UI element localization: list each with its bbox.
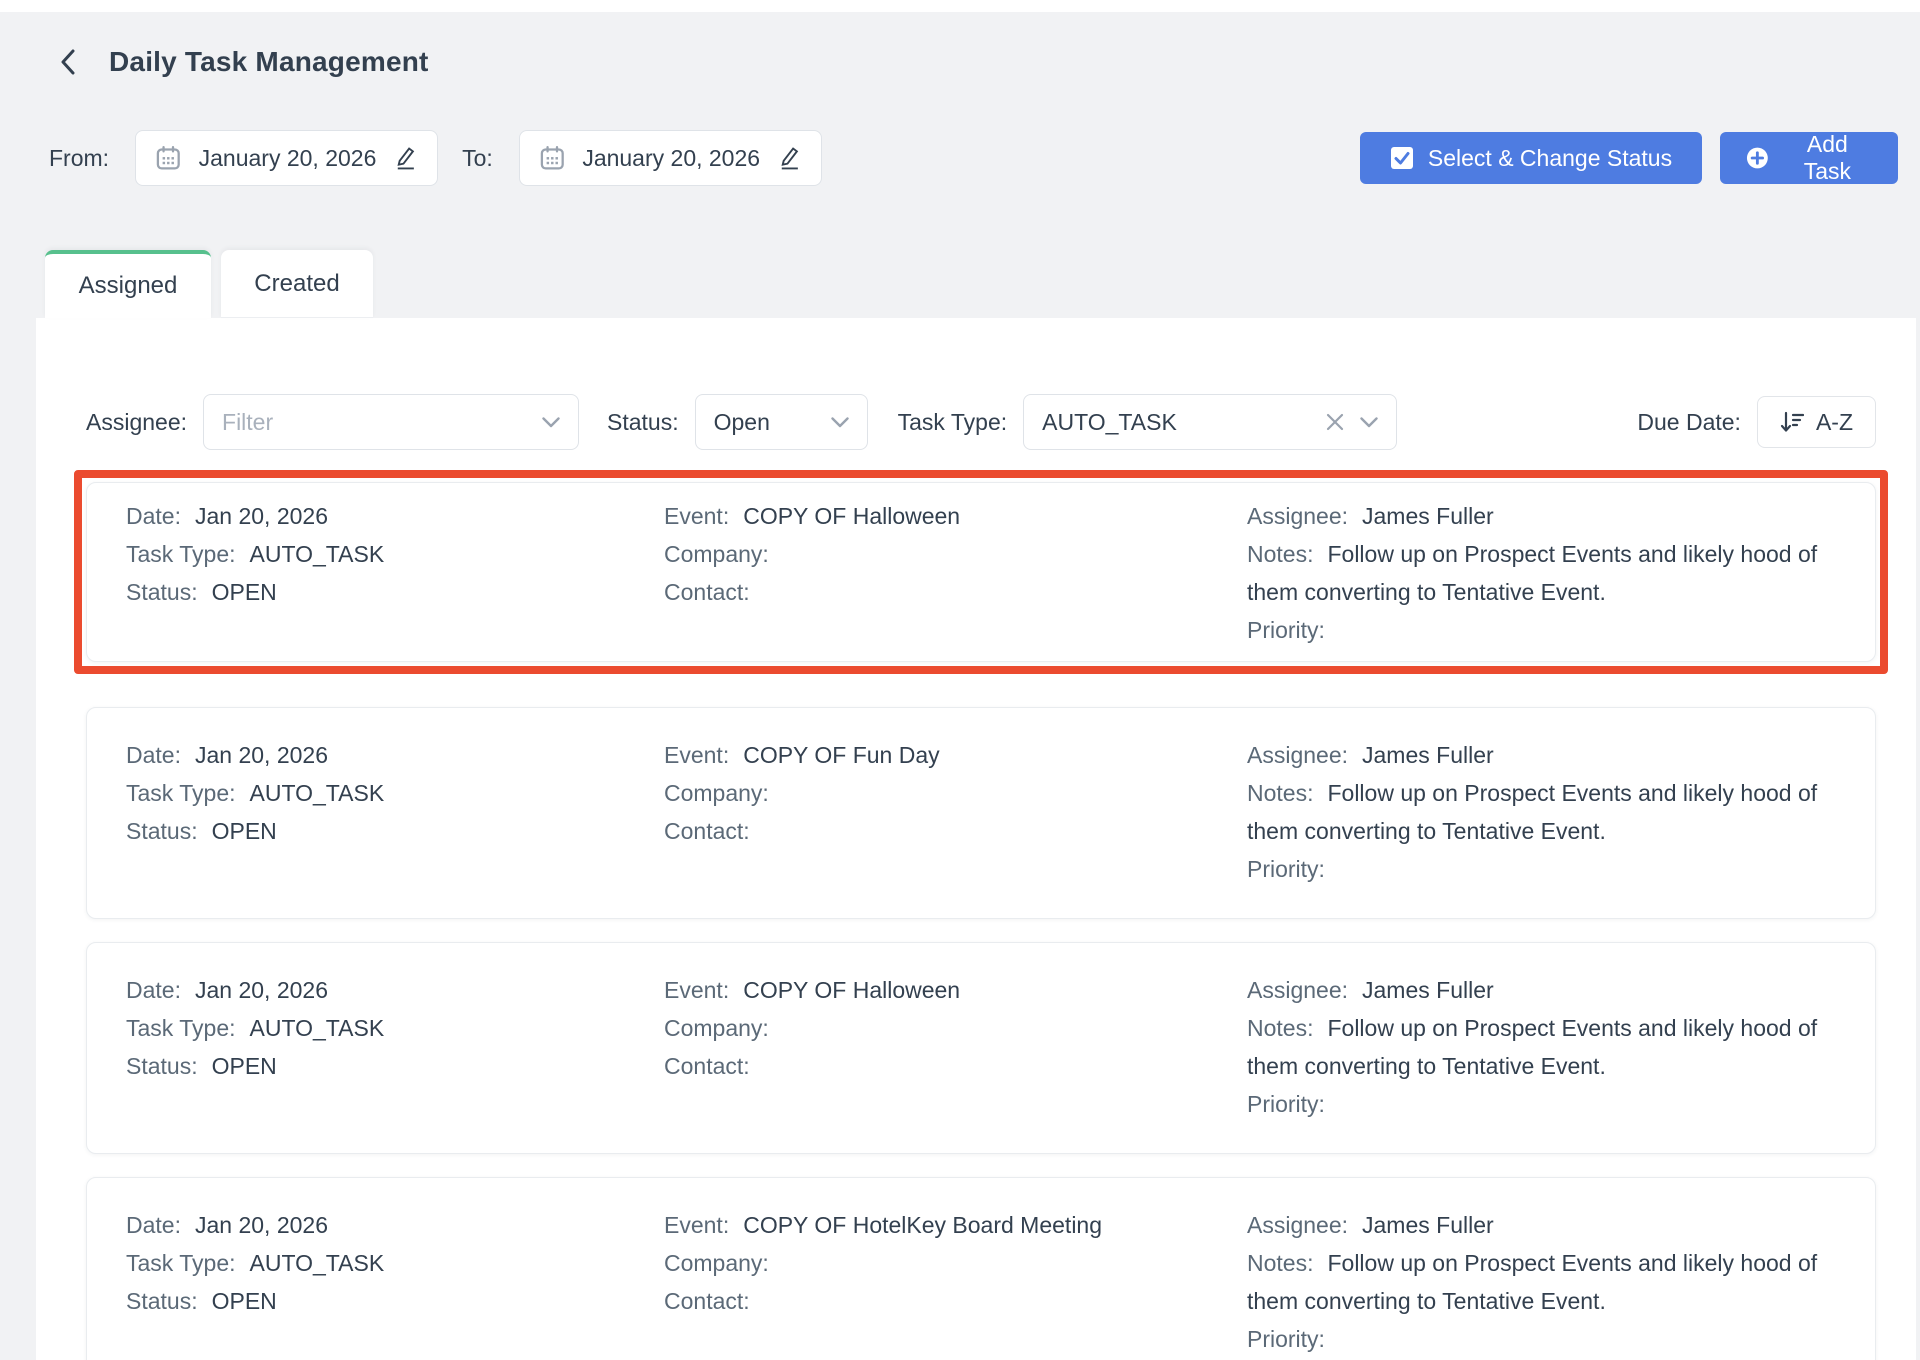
select-change-status-button[interactable]: Select & Change Status bbox=[1360, 132, 1702, 184]
top-strip bbox=[0, 0, 1920, 12]
task-priority: Priority: bbox=[1247, 1320, 1867, 1358]
task-card[interactable]: Date:Jan 20, 2026 Task Type:AUTO_TASK St… bbox=[86, 1177, 1876, 1360]
edit-pencil-icon[interactable] bbox=[778, 145, 801, 171]
plus-circle-icon bbox=[1746, 146, 1769, 170]
task-card[interactable]: Date:Jan 20, 2026 Task Type:AUTO_TASK St… bbox=[86, 482, 1876, 662]
task-contact: Contact: bbox=[664, 1047, 1247, 1085]
daily-task-management-page: Daily Task Management From: January 20, … bbox=[0, 12, 1920, 1360]
assignee-filter-input[interactable] bbox=[222, 409, 542, 436]
task-priority: Priority: bbox=[1247, 1085, 1867, 1123]
calendar-icon bbox=[540, 145, 565, 171]
from-date-field[interactable]: January 20, 2026 bbox=[135, 130, 438, 186]
list-filters-left: Assignee: Status: Open Task Type: AU bbox=[86, 394, 1397, 450]
highlighted-task-outline: Date:Jan 20, 2026 Task Type:AUTO_TASK St… bbox=[74, 470, 1888, 674]
task-company: Company: bbox=[664, 774, 1247, 812]
date-filters: From: January 20, 2026 To: bbox=[49, 130, 846, 186]
task-event: Event:COPY OF HotelKey Board Meeting bbox=[664, 1206, 1247, 1244]
page-title: Daily Task Management bbox=[109, 46, 429, 78]
sort-az-button[interactable]: A-Z bbox=[1757, 396, 1876, 448]
back-button[interactable] bbox=[55, 49, 81, 75]
task-contact: Contact: bbox=[664, 573, 1247, 611]
sort-descending-icon bbox=[1780, 411, 1804, 433]
task-contact: Contact: bbox=[664, 812, 1247, 850]
sort-az-label: A-Z bbox=[1816, 409, 1853, 436]
task-date: Date:Jan 20, 2026 bbox=[126, 736, 664, 774]
assignee-filter-label: Assignee: bbox=[86, 409, 187, 436]
task-priority: Priority: bbox=[1247, 611, 1867, 649]
calendar-icon bbox=[156, 145, 181, 171]
to-date-field[interactable]: January 20, 2026 bbox=[519, 130, 822, 186]
task-event: Event:COPY OF Fun Day bbox=[664, 736, 1247, 774]
task-event: Event:COPY OF Halloween bbox=[664, 971, 1247, 1009]
task-card[interactable]: Date:Jan 20, 2026 Task Type:AUTO_TASK St… bbox=[86, 942, 1876, 1154]
edit-pencil-icon[interactable] bbox=[394, 145, 417, 171]
clear-task-type-button[interactable] bbox=[1326, 413, 1344, 431]
task-date: Date:Jan 20, 2026 bbox=[126, 497, 664, 535]
chevron-down-icon bbox=[831, 417, 849, 428]
tab-assigned[interactable]: Assigned bbox=[45, 250, 211, 318]
assignee-filter-dropdown[interactable] bbox=[203, 394, 579, 450]
task-assignee: Assignee:James Fuller bbox=[1247, 1206, 1867, 1244]
tab-created[interactable]: Created bbox=[221, 250, 373, 318]
chevron-down-icon bbox=[542, 417, 560, 428]
tab-created-label: Created bbox=[254, 270, 339, 298]
task-company: Company: bbox=[664, 1244, 1247, 1282]
list-filters-right: Due Date: A-Z bbox=[1637, 396, 1876, 448]
toolbar-row: From: January 20, 2026 To: bbox=[49, 130, 1898, 186]
status-filter-value: Open bbox=[714, 409, 831, 436]
from-date-value: January 20, 2026 bbox=[199, 145, 377, 172]
close-icon bbox=[1326, 413, 1344, 431]
task-company: Company: bbox=[664, 1009, 1247, 1047]
tab-assigned-label: Assigned bbox=[79, 272, 178, 300]
add-task-label: Add Task bbox=[1783, 131, 1872, 185]
task-assignee: Assignee:James Fuller bbox=[1247, 497, 1867, 535]
chevron-down-icon bbox=[1360, 417, 1378, 428]
task-assignee: Assignee:James Fuller bbox=[1247, 736, 1867, 774]
task-status: Status:OPEN bbox=[126, 1047, 664, 1085]
task-status: Status:OPEN bbox=[126, 812, 664, 850]
list-filter-row: Assignee: Status: Open Task Type: AU bbox=[86, 394, 1876, 450]
select-change-status-label: Select & Change Status bbox=[1428, 145, 1672, 172]
task-priority: Priority: bbox=[1247, 850, 1867, 888]
task-company: Company: bbox=[664, 535, 1247, 573]
task-list: Date:Jan 20, 2026 Task Type:AUTO_TASK St… bbox=[86, 470, 1876, 1360]
from-label: From: bbox=[49, 145, 109, 172]
task-status: Status:OPEN bbox=[126, 573, 664, 611]
task-status: Status:OPEN bbox=[126, 1282, 664, 1320]
tab-content-panel: Assignee: Status: Open Task Type: AU bbox=[36, 318, 1916, 1360]
action-buttons: Select & Change Status Add Task bbox=[1360, 132, 1898, 184]
tabs: Assigned Created bbox=[45, 250, 1920, 318]
chevron-left-icon bbox=[60, 49, 76, 75]
task-date: Date:Jan 20, 2026 bbox=[126, 1206, 664, 1244]
to-date-value: January 20, 2026 bbox=[582, 145, 760, 172]
add-task-button[interactable]: Add Task bbox=[1720, 132, 1898, 184]
task-type-filter-value: AUTO_TASK bbox=[1042, 409, 1326, 436]
task-notes: Notes:Follow up on Prospect Events and l… bbox=[1247, 1009, 1867, 1085]
task-type: Task Type:AUTO_TASK bbox=[126, 774, 664, 812]
page-header: Daily Task Management bbox=[55, 46, 1920, 78]
task-type-filter-dropdown[interactable]: AUTO_TASK bbox=[1023, 394, 1397, 450]
task-notes: Notes:Follow up on Prospect Events and l… bbox=[1247, 535, 1867, 611]
task-date: Date:Jan 20, 2026 bbox=[126, 971, 664, 1009]
task-assignee: Assignee:James Fuller bbox=[1247, 971, 1867, 1009]
task-notes: Notes:Follow up on Prospect Events and l… bbox=[1247, 774, 1867, 850]
task-type: Task Type:AUTO_TASK bbox=[126, 535, 664, 573]
task-notes: Notes:Follow up on Prospect Events and l… bbox=[1247, 1244, 1867, 1320]
task-type: Task Type:AUTO_TASK bbox=[126, 1009, 664, 1047]
status-filter-dropdown[interactable]: Open bbox=[695, 394, 868, 450]
task-contact: Contact: bbox=[664, 1282, 1247, 1320]
status-filter-label: Status: bbox=[607, 409, 679, 436]
task-type-filter-label: Task Type: bbox=[898, 409, 1008, 436]
checkbox-checked-icon bbox=[1390, 146, 1414, 170]
to-label: To: bbox=[462, 145, 493, 172]
due-date-label: Due Date: bbox=[1637, 409, 1741, 436]
task-event: Event:COPY OF Halloween bbox=[664, 497, 1247, 535]
task-card[interactable]: Date:Jan 20, 2026 Task Type:AUTO_TASK St… bbox=[86, 707, 1876, 919]
task-type: Task Type:AUTO_TASK bbox=[126, 1244, 664, 1282]
